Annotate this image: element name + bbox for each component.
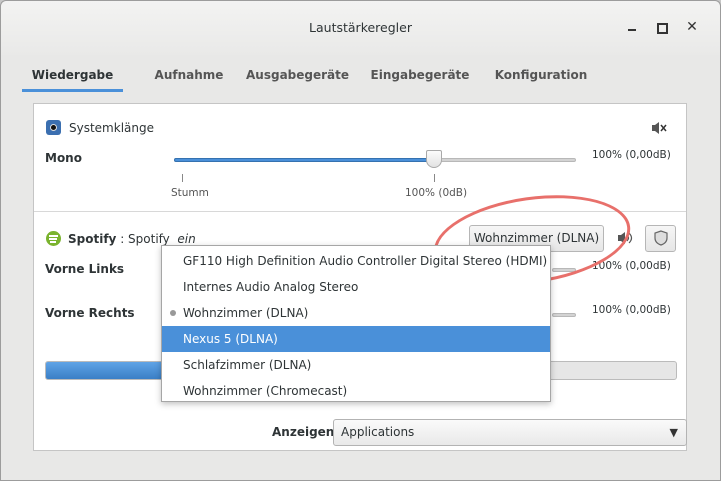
spotify-stream-label: Spotify	[128, 232, 170, 246]
spotify-stream-title: Spotify : Spotify ein	[68, 232, 196, 246]
titlebar: Lautstärkeregler ✕	[1, 1, 720, 55]
spotify-stream-state: ein	[177, 232, 196, 246]
spotify-separator: :	[116, 232, 129, 246]
menu-item-label: Wohnzimmer (DLNA)	[183, 306, 309, 320]
menu-item-wohnzimmer-dlna[interactable]: Wohnzimmer (DLNA)	[162, 300, 550, 326]
system-sounds-icon	[46, 120, 61, 135]
menu-item-hdmi[interactable]: GF110 High Definition Audio Controller D…	[162, 248, 550, 274]
active-bullet-icon	[170, 310, 176, 316]
menu-item-schlafzimmer-dlna[interactable]: Schlafzimmer (DLNA)	[162, 352, 550, 378]
mono-channel-label: Mono	[45, 151, 82, 165]
spotify-icon	[46, 231, 61, 246]
window-title: Lautstärkeregler	[309, 20, 412, 35]
menu-item-label: Schlafzimmer (DLNA)	[183, 358, 312, 372]
tab-konfiguration[interactable]: Konfiguration	[491, 59, 591, 92]
menu-item-label: Internes Audio Analog Stereo	[183, 280, 359, 294]
close-button[interactable]: ✕	[684, 19, 700, 35]
tick-min	[182, 174, 183, 182]
maximize-button[interactable]	[653, 19, 669, 35]
tab-bar: Wiedergabe Aufnahme Ausgabegeräte Eingab…	[22, 59, 702, 92]
menu-item-nexus5-dlna[interactable]: Nexus 5 (DLNA)	[162, 326, 550, 352]
system-volume-slider[interactable]	[426, 150, 442, 168]
speaker-mute-icon[interactable]	[651, 121, 667, 135]
output-device-menu: GF110 High Definition Audio Controller D…	[161, 245, 551, 402]
show-filter-value: Applications	[341, 425, 415, 439]
front-right-label: Vorne Rechts	[45, 306, 135, 320]
front-right-trough[interactable]	[552, 313, 576, 317]
show-label: Anzeigen:	[272, 425, 340, 439]
spotify-app-label: Spotify	[68, 232, 117, 246]
menu-item-label: Nexus 5 (DLNA)	[183, 332, 278, 346]
tick-min-label: Stumm	[171, 187, 209, 199]
front-left-value: 100% (0,00dB)	[592, 260, 671, 272]
show-filter-combo[interactable]: Applications ▼	[333, 419, 687, 446]
tab-aufnahme[interactable]: Aufnahme	[140, 59, 238, 92]
front-left-label: Vorne Links	[45, 262, 125, 276]
lock-channels-button[interactable]	[645, 225, 676, 252]
front-right-value: 100% (0,00dB)	[592, 304, 671, 316]
shield-icon	[653, 230, 668, 246]
system-volume-value: 100% (0,00dB)	[592, 149, 671, 161]
system-sounds-label: Systemklänge	[69, 121, 154, 135]
tick-100	[434, 174, 435, 182]
menu-item-internal-audio[interactable]: Internes Audio Analog Stereo	[162, 274, 550, 300]
menu-item-label: GF110 High Definition Audio Controller D…	[183, 254, 548, 268]
tick-100-label: 100% (0dB)	[405, 187, 468, 199]
system-volume-fill	[174, 158, 434, 162]
tab-wiedergabe[interactable]: Wiedergabe	[22, 59, 123, 92]
minimize-button[interactable]	[624, 19, 640, 35]
tab-eingabegeraete[interactable]: Eingabegeräte	[366, 59, 474, 92]
tab-ausgabegeraete[interactable]: Ausgabegeräte	[246, 59, 349, 92]
menu-item-wohnzimmer-chromecast[interactable]: Wohnzimmer (Chromecast)	[162, 378, 550, 404]
menu-item-label: Wohnzimmer (Chromecast)	[183, 384, 348, 398]
chevron-down-icon: ▼	[669, 426, 678, 439]
